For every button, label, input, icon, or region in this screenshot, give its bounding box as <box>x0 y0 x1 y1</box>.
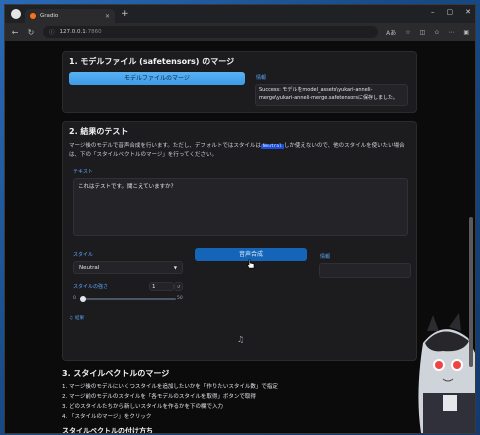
window-controls: – ▢ ✕ <box>431 8 471 16</box>
step-item: 1. マージ後のモデルにいくつスタイルを追加したいかを「作りたいスタイル数」で指… <box>62 384 278 390</box>
tab-bar: Gradio ✕ + – ▢ ✕ <box>5 5 475 23</box>
music-note-icon: ♫ <box>69 315 74 321</box>
more-menu-icon[interactable]: ⋯ <box>448 29 454 36</box>
style-strength-slider[interactable] <box>79 296 176 302</box>
url-port: :7860 <box>85 29 102 35</box>
page-content: 1. モデルファイル (safetensors) のマージ モデルファイルのマー… <box>5 41 475 433</box>
audio-output-label: ♫ 結果 <box>69 315 85 322</box>
page-scrollbar[interactable] <box>469 81 473 429</box>
section1-info-text: Success: モデルをmodel_assets\yukari-anneli-… <box>255 84 408 106</box>
reader-mode-icon[interactable]: Aあ <box>386 28 396 37</box>
section2-description: マージ後のモデルで音声合成を行います。ただし、デフォルトではスタイルは Neutr… <box>69 142 412 159</box>
style-strength-number[interactable]: 1 ↺ <box>149 282 183 291</box>
profile-avatar[interactable] <box>11 9 21 19</box>
slider-thumb[interactable] <box>79 296 86 302</box>
section1-info-label: 情報 <box>256 75 267 81</box>
section3-next-heading: スタイルベクトルの付け方ち <box>62 427 153 434</box>
favorite-star-icon[interactable]: ☆ <box>405 29 410 36</box>
back-arrow-icon[interactable]: ← <box>11 28 19 37</box>
text-label: テキスト <box>73 169 93 175</box>
tab-title: Gradio <box>40 13 59 19</box>
minimize-button[interactable]: – <box>431 8 435 16</box>
gradio-favicon-icon <box>30 13 36 19</box>
sidebar-icon[interactable]: ▣ <box>463 29 469 36</box>
maximize-button[interactable]: ▢ <box>447 8 454 16</box>
new-tab-button[interactable]: + <box>121 9 129 19</box>
scrollbar-thumb[interactable] <box>469 217 473 367</box>
chevron-down-icon: ▼ <box>173 265 177 270</box>
mascot-character-image <box>418 313 475 433</box>
reload-icon[interactable]: ↻ <box>27 28 35 37</box>
merge-model-button[interactable]: モデルファイルのマージ <box>69 72 245 85</box>
style-strength-label: スタイルの強さ <box>73 284 109 290</box>
mouse-cursor-icon <box>247 259 255 269</box>
url-host: 127.0.0.1 <box>59 29 86 35</box>
address-toolbar: ← ↻ ⓘ 127.0.0.1:7860 Aあ ☆ ◫ ✩ ⋯ ▣ <box>5 23 475 41</box>
test-result-section: 2. 結果のテスト マージ後のモデルで音声合成を行います。ただし、デフォルトでは… <box>62 121 417 361</box>
audio-label-text: 結果 <box>75 316 85 321</box>
section3-title: 3. スタイルベクトルのマージ <box>62 369 170 378</box>
address-bar[interactable]: ⓘ 127.0.0.1:7860 <box>43 26 379 38</box>
close-window-button[interactable]: ✕ <box>465 8 471 16</box>
style-selected-value: Neutral <box>79 264 100 271</box>
desc-prefix: マージ後のモデルで音声合成を行います。ただし、デフォルトではスタイルは <box>69 143 261 149</box>
split-screen-icon[interactable]: ◫ <box>420 29 426 36</box>
style-dropdown[interactable]: Neutral ▼ <box>73 261 183 274</box>
slider-min: 0 <box>73 296 76 301</box>
section1-title: 1. モデルファイル (safetensors) のマージ <box>69 57 235 66</box>
section3-steps: 1. マージ後のモデルにいくつスタイルを追加したいかを「作りたいスタイル数」で指… <box>62 382 417 422</box>
step-item: 3. どのスタイルたちから新しいスタイルを作るかを下の欄で入力 <box>62 404 223 410</box>
site-info-icon[interactable]: ⓘ <box>49 28 55 36</box>
style-vector-merge-section: 3. スタイルベクトルのマージ 1. マージ後のモデルにいくつスタイルを追加した… <box>62 368 417 434</box>
section2-title: 2. 結果のテスト <box>69 127 129 136</box>
favorites-icon[interactable]: ✩ <box>434 29 439 36</box>
strength-value[interactable]: 1 <box>149 282 174 291</box>
style-label: スタイル <box>73 252 94 258</box>
step-item: 2. マージ前のモデルのスタイルを「各モデルのスタイルを取得」ボタンで取得 <box>62 394 256 400</box>
merge-model-section: 1. モデルファイル (safetensors) のマージ モデルファイルのマー… <box>62 51 417 113</box>
toolbar-icons: Aあ ☆ ◫ ✩ ⋯ ▣ <box>386 28 469 37</box>
browser-window: Gradio ✕ + – ▢ ✕ ← ↻ ⓘ 127.0.0.1:7860 Aあ… <box>4 4 476 434</box>
text-input[interactable]: これはテストです。聞こえていますか？ <box>73 178 408 236</box>
neutral-code: Neutral <box>260 144 284 149</box>
step-item: 4. 「スタイルのマージ」をクリック <box>62 414 152 420</box>
slider-track <box>81 298 176 300</box>
audio-placeholder-icon: ♫ <box>237 335 245 344</box>
section2-info-box <box>319 263 411 278</box>
tab-gradio[interactable]: Gradio ✕ <box>25 9 115 23</box>
reset-icon[interactable]: ↺ <box>174 282 183 291</box>
slider-max: 50 <box>177 296 183 301</box>
section2-info-label: 情報 <box>320 254 331 260</box>
tab-close-icon[interactable]: ✕ <box>105 13 110 20</box>
